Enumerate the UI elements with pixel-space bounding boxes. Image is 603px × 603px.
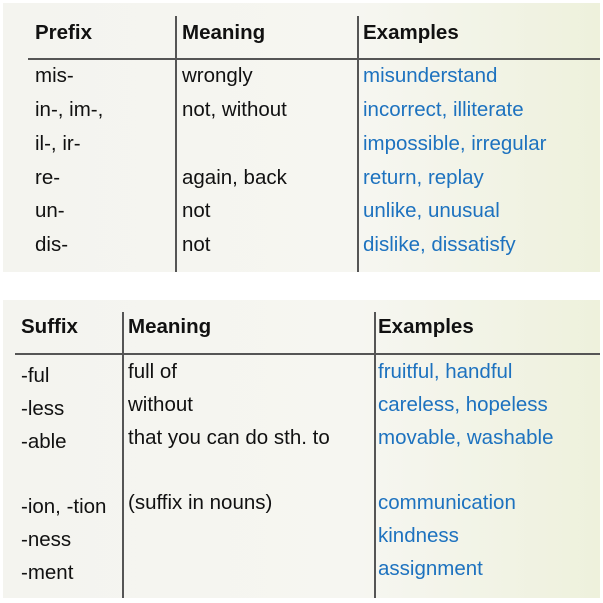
row-affix: il-, ir- (35, 132, 81, 155)
row-affix: re- (35, 166, 61, 189)
row-examples: kindness (378, 524, 459, 547)
row-examples: return, replay (363, 166, 484, 189)
row-meaning: not (182, 233, 211, 256)
header-suffix: Suffix (21, 315, 78, 338)
row-meaning: without (128, 393, 193, 416)
row-meaning: full of (128, 360, 177, 383)
row-meaning: not (182, 199, 211, 222)
row-examples: fruitful, handful (378, 360, 513, 383)
row-examples: unlike, unusual (363, 199, 500, 222)
row-examples: careless, hopeless (378, 393, 548, 416)
row-affix: -ion, -tion (21, 495, 107, 518)
row-affix: dis- (35, 233, 69, 256)
header-meaning: Meaning (128, 315, 212, 338)
column-divider (122, 312, 124, 598)
row-affix: -able (21, 430, 67, 453)
row-examples: dislike, dissatisfy (363, 233, 516, 256)
row-meaning: again, back (182, 166, 287, 189)
row-examples: assignment (378, 557, 483, 580)
prefix-table: Prefix Meaning Examples mis-wrongly misun… (3, 3, 600, 272)
row-meaning: that you can do sth. to (128, 426, 330, 449)
header-prefix: Prefix (35, 21, 92, 44)
row-examples: impossible, irregular (363, 132, 547, 155)
suffix-table: Suffix Meaning Examples -ful full of fruit… (3, 300, 600, 598)
row-examples: movable, washable (378, 426, 554, 449)
row-meaning: wrongly (182, 64, 253, 87)
header-meaning: Meaning (182, 21, 266, 44)
row-examples: incorrect, illiterate (363, 98, 524, 121)
row-affix: un- (35, 199, 65, 222)
header-examples: Examples (363, 21, 459, 44)
row-meaning: not, without (182, 98, 287, 121)
header-divider (15, 353, 600, 355)
row-affix: mis- (35, 64, 74, 87)
row-affix: -less (21, 397, 65, 420)
header-divider (28, 58, 600, 60)
row-affix: -ment (21, 561, 74, 584)
row-examples: misunderstand (363, 64, 498, 87)
row-affix: -ness (21, 528, 72, 551)
row-affix: -ful (21, 364, 50, 387)
row-meaning: (suffix in nouns) (128, 491, 273, 514)
row-affix: in-, im-, (35, 98, 104, 121)
header-examples: Examples (378, 315, 474, 338)
column-divider (357, 16, 359, 272)
column-divider (175, 16, 177, 272)
column-divider (374, 312, 376, 598)
row-examples: communication (378, 491, 516, 514)
